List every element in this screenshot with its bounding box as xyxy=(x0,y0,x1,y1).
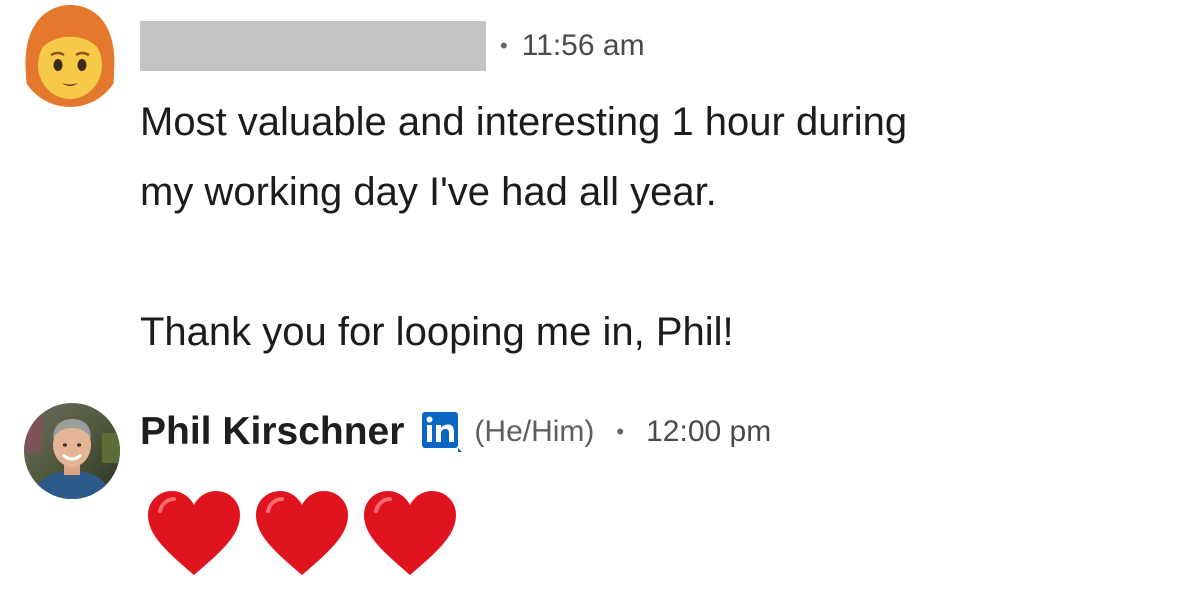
linkedin-badge-icon xyxy=(420,410,464,454)
heart-reactions xyxy=(146,489,458,579)
message-1-body: Most valuable and interesting 1 hour dur… xyxy=(140,87,1140,367)
message-line: Most valuable and interesting 1 hour dur… xyxy=(140,100,908,144)
message-line: my working day I've had all year. xyxy=(140,170,717,214)
red-heart-icon xyxy=(256,491,348,575)
message-2-header: Phil Kirschner (He/Him) • 12:00 pm xyxy=(140,404,771,460)
profile-photo-avatar xyxy=(24,403,120,499)
message-timestamp: 11:56 am xyxy=(521,29,645,62)
woman-emoji-avatar[interactable] xyxy=(18,3,122,107)
avatar[interactable] xyxy=(24,403,120,499)
red-heart-icon xyxy=(148,491,240,575)
message-timestamp: 12:00 pm xyxy=(646,415,772,448)
message-1-header: • 11:56 am xyxy=(140,21,645,71)
sender-name[interactable]: Phil Kirschner xyxy=(140,410,404,454)
redacted-sender-name xyxy=(140,21,486,71)
woman-red-hair-emoji-icon xyxy=(18,3,122,107)
message-line xyxy=(140,227,1140,297)
pronouns: (He/Him) xyxy=(474,415,595,448)
separator-dot: • xyxy=(500,33,508,58)
separator-dot: • xyxy=(616,419,625,444)
red-heart-icon xyxy=(364,491,456,575)
message-line: Thank you for looping me in, Phil! xyxy=(140,310,734,354)
